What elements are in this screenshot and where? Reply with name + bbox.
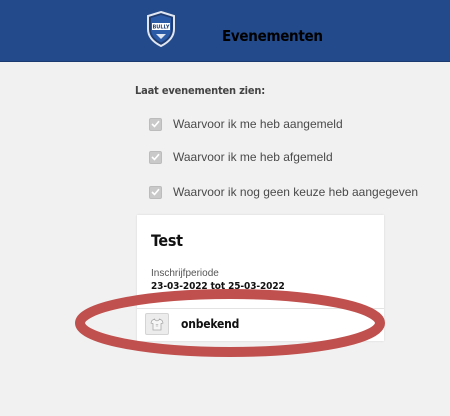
card-divider	[137, 308, 384, 309]
checkbox-unregistered[interactable]	[149, 150, 162, 164]
filter-option-unregistered[interactable]: Waarvoor ik me heb afgemeld	[149, 148, 333, 166]
filter-heading: Laat evenementen zien:	[135, 84, 265, 97]
checkbox-no-choice[interactable]	[149, 185, 162, 199]
registration-period-label: Inschrijfperiode	[151, 268, 219, 279]
status-label: onbekend	[181, 317, 240, 331]
page-title: Evenementen	[222, 27, 323, 45]
checkbox-registered[interactable]	[149, 117, 162, 131]
logo-text: BULLY	[152, 25, 169, 31]
filter-option-label: Waarvoor ik me heb aangemeld	[173, 117, 343, 131]
event-title: Test	[151, 231, 183, 250]
club-logo-shield-icon[interactable]: BULLY	[146, 11, 176, 47]
registration-period-value: 23-03-2022 tot 25-03-2022	[151, 281, 285, 292]
app-header: BULLY Evenementen	[0, 0, 450, 62]
checkmark-icon	[151, 120, 160, 128]
checkmark-icon	[151, 153, 160, 161]
shirt-glyph	[150, 317, 164, 330]
event-card[interactable]: Test Inschrijfperiode 23-03-2022 tot 25-…	[137, 215, 384, 341]
filter-option-label: Waarvoor ik me heb afgemeld	[173, 150, 333, 164]
annotation-ellipse	[75, 289, 385, 357]
filter-option-registered[interactable]: Waarvoor ik me heb aangemeld	[149, 115, 343, 133]
checkmark-icon	[151, 188, 160, 196]
filter-option-no-choice[interactable]: Waarvoor ik nog geen keuze heb aangegeve…	[149, 183, 418, 201]
filter-option-label: Waarvoor ik nog geen keuze heb aangegeve…	[173, 185, 419, 199]
shirt-icon[interactable]	[145, 313, 169, 335]
